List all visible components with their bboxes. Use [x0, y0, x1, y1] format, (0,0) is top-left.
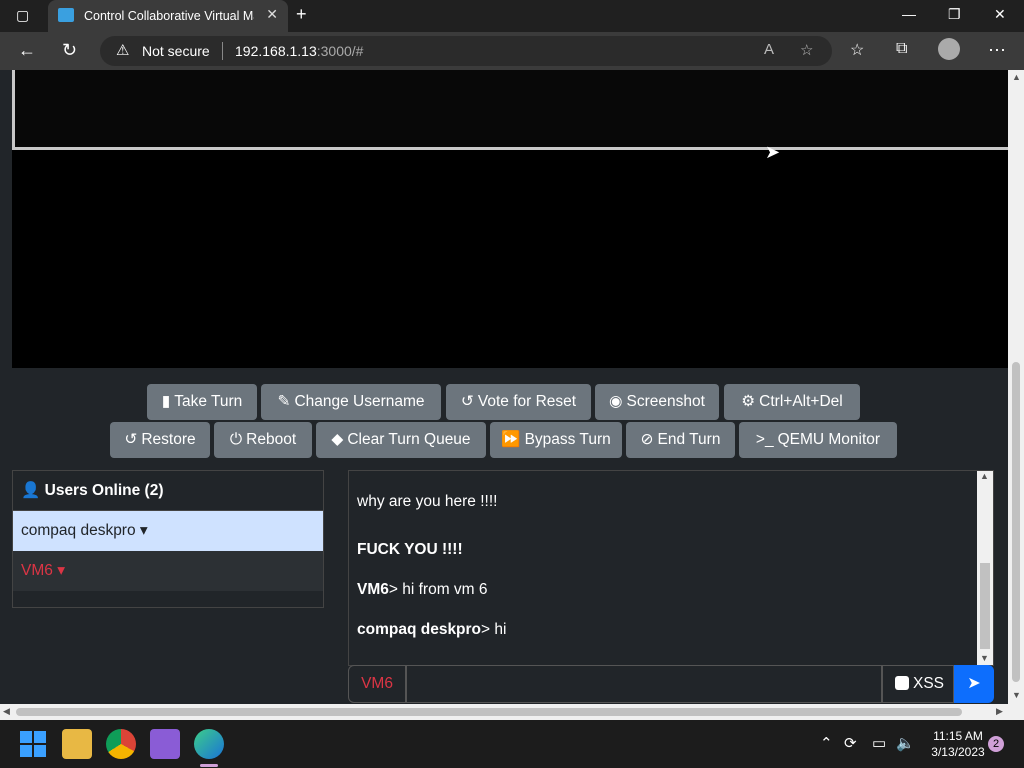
chat-input-group: VM6 XSS ➤ — [348, 665, 994, 703]
caret-down-icon: ▾ — [57, 562, 65, 579]
scroll-up-icon[interactable]: ▲ — [1012, 72, 1021, 82]
scroll-down-icon[interactable]: ▼ — [1012, 690, 1021, 700]
new-tab-icon[interactable]: + — [296, 4, 307, 25]
camera-icon: ◉ — [609, 393, 623, 410]
caret-down-icon: ▾ — [139, 522, 148, 539]
gear-icon: ⚙ — [741, 393, 756, 410]
back-icon[interactable]: ← — [18, 40, 36, 61]
terminal-icon: >_ — [755, 431, 774, 448]
visual-studio-icon[interactable] — [150, 729, 180, 759]
take-turn-button[interactable]: ▮ Take Turn — [147, 384, 257, 420]
user-icon: 👤 — [21, 482, 41, 499]
users-online-panel: 👤 Users Online (2) compaq deskpro ▾ VM6 … — [12, 470, 324, 608]
vm-thumbnail[interactable] — [12, 70, 1008, 150]
page-content: ▮ Take Turn ✎ Change Username ↺ Vote for Re… — [0, 70, 1008, 706]
bypass-turn-button[interactable]: ⏩ Bypass Turn — [490, 422, 622, 458]
divider — [222, 42, 223, 60]
horizontal-scroll-thumb[interactable] — [16, 708, 962, 716]
qemu-monitor-button[interactable]: >_ QEMU Monitor — [739, 422, 897, 458]
chat-message: compaq deskpro> hi — [357, 621, 507, 638]
browser-tab-bar: ▢ Control Collaborative Virtual Mac ✕ + … — [0, 0, 1024, 32]
browser-toolbar: ← ↻ ⚠ Not secure 192.168.1.13:3000/# A ☆… — [0, 32, 1024, 70]
scroll-up-icon[interactable]: ▲ — [980, 471, 989, 481]
windows-taskbar: ⌃ ⟳ ▭ 🔈 11:15 AM 3/13/2023 2 — [0, 720, 1024, 768]
edge-icon[interactable] — [194, 729, 224, 759]
send-button[interactable]: ➤ — [954, 665, 994, 703]
restore-button[interactable]: ↺ Restore — [110, 422, 210, 458]
change-username-button[interactable]: ✎ Change Username — [261, 384, 441, 420]
chat-message: VM6> hi from vm 6 — [357, 581, 488, 598]
end-turn-button[interactable]: ⊘ End Turn — [626, 422, 735, 458]
ctrl-alt-del-button[interactable]: ⚙ Ctrl+Alt+Del — [724, 384, 860, 420]
system-clock[interactable]: 11:15 AM 3/13/2023 — [920, 728, 996, 760]
power-icon: ⏻ — [229, 431, 243, 448]
close-tab-icon[interactable]: ✕ — [266, 6, 278, 23]
user-item-compaq-deskpro[interactable]: compaq deskpro ▾ — [13, 511, 323, 551]
restore-window-icon[interactable]: ❐ — [948, 6, 961, 23]
chat-log[interactable]: why are you here !!!! FUCK YOU !!!! VM6>… — [348, 470, 994, 666]
undo-icon: ↺ — [460, 393, 474, 410]
windows-start-icon[interactable] — [18, 729, 48, 759]
address-bar[interactable]: ⚠ Not secure 192.168.1.13:3000/# A ☆ — [100, 36, 832, 66]
users-online-heading: 👤 Users Online (2) — [13, 471, 323, 511]
scroll-down-icon[interactable]: ▼ — [980, 653, 989, 663]
add-favorite-icon[interactable]: ☆ — [800, 41, 813, 59]
screenshot-button[interactable]: ◉ Screenshot — [595, 384, 719, 420]
tab-actions-icon[interactable]: ▢ — [16, 7, 29, 24]
favorites-icon[interactable]: ☆ — [850, 40, 864, 60]
active-app-indicator — [200, 764, 218, 767]
scroll-left-icon[interactable]: ◀ — [3, 706, 10, 717]
volume-icon[interactable]: 🔈 — [896, 734, 915, 752]
network-icon[interactable]: ▭ — [872, 734, 886, 752]
chat-username-label: VM6 — [348, 665, 406, 703]
chat-scroll-thumb[interactable] — [980, 563, 990, 649]
chevron-up-icon[interactable]: ⌃ — [820, 734, 833, 752]
page-vertical-scrollbar[interactable]: ▲ ▼ — [1008, 70, 1024, 704]
profile-avatar[interactable] — [938, 38, 960, 60]
chat-message-input[interactable] — [406, 665, 882, 703]
sync-icon[interactable]: ⟳ — [844, 734, 857, 752]
chrome-icon[interactable] — [106, 729, 136, 759]
read-aloud-icon[interactable]: A — [764, 41, 774, 58]
not-secure-label[interactable]: Not secure — [142, 43, 210, 59]
chat-message: FUCK YOU !!!! — [357, 541, 463, 558]
xss-toggle[interactable]: XSS — [882, 665, 954, 703]
chat-scrollbar[interactable]: ▲ ▼ — [977, 471, 993, 665]
chat-message: why are you here !!!! — [357, 493, 498, 510]
user-item-vm6[interactable]: VM6 ▾ — [13, 551, 323, 591]
reboot-button[interactable]: ⏻ Reboot — [214, 422, 312, 458]
file-explorer-icon[interactable] — [62, 729, 92, 759]
xss-checkbox[interactable] — [895, 676, 909, 690]
monitor-icon — [58, 8, 74, 22]
mouse-cursor-icon: ➤ — [765, 142, 781, 162]
undo-icon: ↺ — [124, 431, 138, 448]
eraser-icon: ◆ — [331, 431, 344, 448]
trash-icon: ▮ — [161, 393, 171, 410]
user-edit-icon: ✎ — [277, 393, 291, 410]
refresh-icon[interactable]: ↻ — [62, 40, 77, 61]
ban-icon: ⊘ — [640, 431, 654, 448]
minimize-icon[interactable]: — — [902, 6, 916, 22]
vm-display[interactable] — [12, 150, 1008, 368]
vote-reset-button[interactable]: ↺ Vote for Reset — [446, 384, 591, 420]
browser-tab[interactable]: Control Collaborative Virtual Mac ✕ — [48, 0, 288, 32]
collections-icon[interactable]: ⧉ — [896, 40, 907, 58]
fast-forward-icon: ⏩ — [501, 431, 521, 448]
page-scroll-thumb[interactable] — [1012, 362, 1020, 682]
warning-icon: ⚠ — [116, 42, 130, 59]
url-text[interactable]: 192.168.1.13:3000/# — [235, 43, 363, 59]
close-window-icon[interactable]: ✕ — [994, 6, 1006, 23]
clear-turn-queue-button[interactable]: ◆ Clear Turn Queue — [316, 422, 486, 458]
page-horizontal-scrollbar[interactable]: ◀ ▶ — [0, 704, 1024, 720]
scroll-right-icon[interactable]: ▶ — [996, 706, 1003, 717]
notification-badge[interactable]: 2 — [988, 736, 1004, 752]
more-menu-icon[interactable]: ⋯ — [988, 40, 1006, 61]
tab-title: Control Collaborative Virtual Mac — [84, 9, 254, 23]
paper-plane-icon: ➤ — [967, 675, 981, 692]
